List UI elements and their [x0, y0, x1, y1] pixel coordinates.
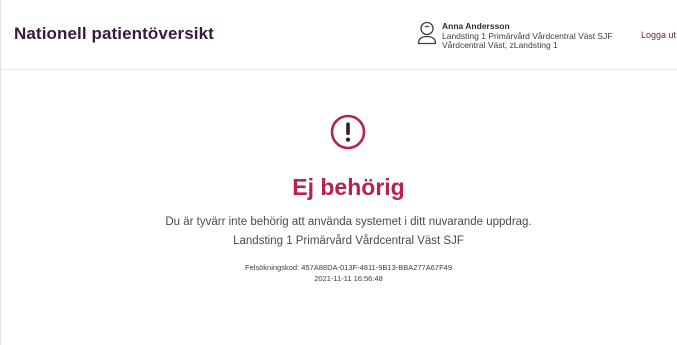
user-icon — [417, 21, 437, 45]
app-title: Nationell patientöversikt — [14, 24, 214, 43]
error-message: Du är tyvärr inte behörig att använda sy… — [1, 213, 677, 251]
app-window: Nationell patientöversikt Anna Andersson… — [0, 0, 677, 345]
error-timestamp: 2021-11-11 16:56:48 — [314, 274, 383, 283]
debug-info: Felsökningskod: 457A88DA-013F-4811-9B13-… — [1, 262, 677, 284]
error-message-line: Du är tyvärr inte behörig att använda sy… — [165, 216, 532, 228]
user-info: Anna Andersson Landsting 1 Primärvård Vå… — [442, 21, 613, 51]
exclamation-circle-icon — [330, 114, 366, 150]
debug-code: Felsökningskod: 457A88DA-013F-4811-9B13-… — [244, 263, 453, 272]
error-heading: Ej behörig — [292, 174, 405, 200]
top-header: Nationell patientöversikt Anna Andersson… — [1, 0, 677, 70]
logout-link[interactable]: Logga ut — [641, 30, 676, 40]
error-unit-line: Landsting 1 Primärvård Vårdcentral Väst … — [233, 235, 464, 247]
user-unit: Vårdcentral Väst, zLandsting 1 — [442, 40, 558, 50]
